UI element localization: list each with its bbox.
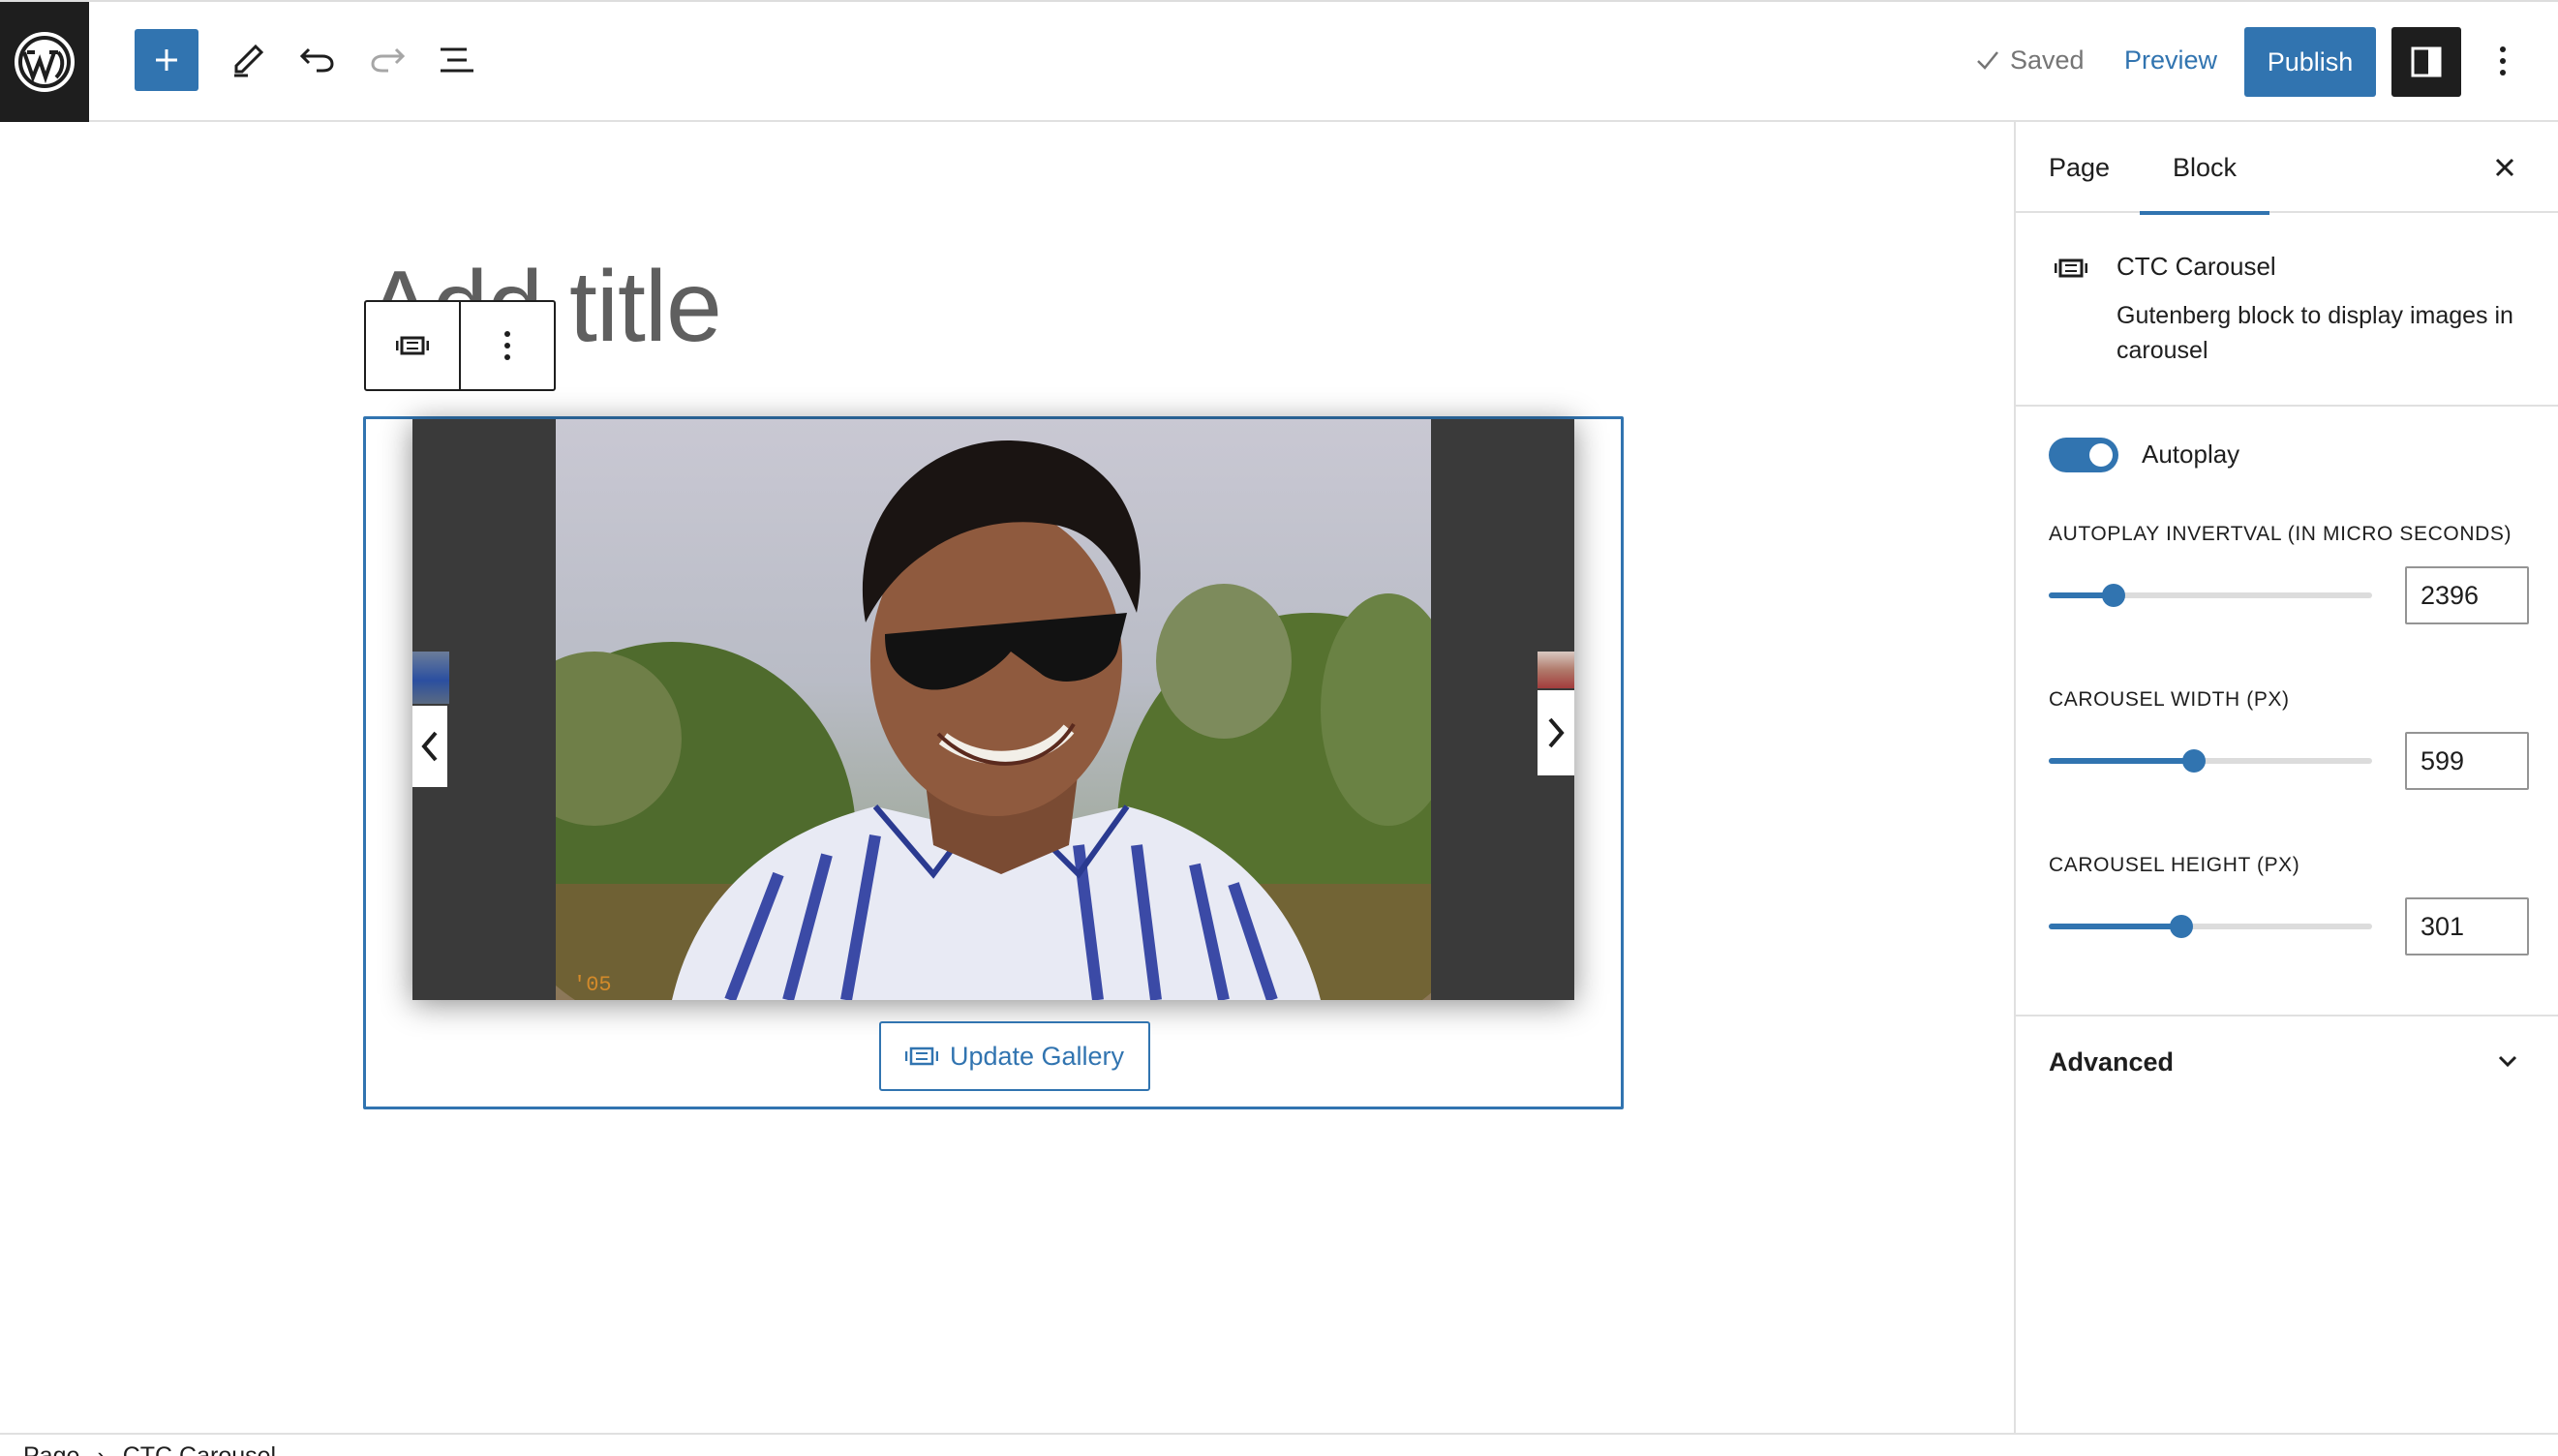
add-block-button[interactable] <box>135 29 198 91</box>
chevron-right-icon <box>1548 717 1565 748</box>
close-icon <box>2495 158 2514 177</box>
redo-icon <box>371 47 406 73</box>
block-type-button[interactable] <box>366 302 461 389</box>
plus-icon <box>156 49 177 71</box>
autoplay-label: Autoplay <box>2142 440 2240 469</box>
check-icon <box>1977 51 1998 70</box>
chevron-right-icon: › <box>97 1442 106 1456</box>
carousel-next-button[interactable] <box>1538 690 1574 775</box>
update-gallery-button[interactable]: Update Gallery <box>879 1021 1150 1091</box>
document-overview-button[interactable] <box>428 29 486 91</box>
settings-toggle-button[interactable] <box>2391 27 2461 97</box>
editor-canvas: Add title <box>0 122 2014 1433</box>
carousel-width-input[interactable]: 599 <box>2405 732 2529 790</box>
carousel-block-icon <box>904 1046 938 1066</box>
carousel-block-icon <box>396 336 429 355</box>
carousel-prev-button[interactable] <box>412 706 447 787</box>
carousel-width-slider[interactable] <box>2049 749 2372 773</box>
sidebar-icon <box>2411 46 2442 77</box>
autoplay-interval-input[interactable]: 2396 <box>2405 566 2529 624</box>
undo-button[interactable] <box>289 29 347 91</box>
breadcrumb: Page › CTC Carousel <box>23 1442 276 1456</box>
chevron-down-icon <box>2498 1055 2517 1068</box>
block-toolbar <box>364 300 556 391</box>
editor-header: Saved Preview Publish <box>0 0 2558 122</box>
slider-thumb[interactable] <box>2169 915 2193 938</box>
breadcrumb-item-page[interactable]: Page <box>23 1442 79 1456</box>
saved-status: Saved <box>1975 29 2085 91</box>
block-card-title: CTC Carousel <box>2116 252 2276 281</box>
block-card-description: Gutenberg block to display images in car… <box>2116 302 2513 364</box>
autoplay-interval-label: AUTOPLAY INVERTVAL (IN MICRO SECONDS) <box>2049 523 2512 545</box>
autoplay-interval-slider[interactable] <box>2049 584 2372 607</box>
toggle-knob <box>2089 443 2113 467</box>
slider-thumb[interactable] <box>2182 749 2207 773</box>
carousel-height-label: CAROUSEL HEIGHT (PX) <box>2049 854 2300 876</box>
advanced-panel-toggle[interactable]: Advanced <box>2016 1015 2558 1107</box>
slider-fill <box>2049 924 2181 929</box>
preview-button[interactable]: Preview <box>2111 27 2231 93</box>
advanced-label: Advanced <box>2049 1046 2175 1077</box>
carousel-height-input[interactable]: 301 <box>2405 897 2529 956</box>
tab-block[interactable]: Block <box>2140 122 2269 215</box>
chevron-left-icon <box>421 731 438 762</box>
redo-button[interactable] <box>358 29 416 91</box>
autoplay-toggle[interactable] <box>2049 438 2118 472</box>
publish-button[interactable]: Publish <box>2244 27 2376 97</box>
update-gallery-label: Update Gallery <box>949 1041 1125 1071</box>
carousel-block[interactable]: '05 Update Gallery <box>363 416 1624 1109</box>
block-options-button[interactable] <box>461 302 554 389</box>
settings-sidebar: Page Block CTC Carousel Gutenberg block … <box>2014 122 2558 1433</box>
slider-fill <box>2049 758 2195 764</box>
more-vertical-icon <box>2500 46 2506 76</box>
breadcrumb-item-block[interactable]: CTC Carousel <box>123 1442 276 1456</box>
block-breadcrumb-bar: Page › CTC Carousel <box>0 1433 2558 1456</box>
tab-page[interactable]: Page <box>2049 122 2110 213</box>
undo-icon <box>299 47 334 73</box>
prev-slide-thumbnail <box>412 652 449 704</box>
pencil-icon <box>234 44 264 77</box>
carousel-height-slider[interactable] <box>2049 915 2372 938</box>
wordpress-logo-icon[interactable] <box>0 2 89 122</box>
sidebar-tabs: Page Block <box>2016 122 2558 215</box>
more-vertical-icon <box>504 331 510 360</box>
carousel-viewport: '05 <box>412 419 1574 1000</box>
svg-text:'05: '05 <box>573 973 612 997</box>
edit-tools-button[interactable] <box>219 29 277 91</box>
slider-thumb[interactable] <box>2101 584 2125 607</box>
carousel-width-label: CAROUSEL WIDTH (PX) <box>2049 688 2290 711</box>
carousel-block-icon <box>2054 258 2088 284</box>
saved-label: Saved <box>2010 45 2085 75</box>
close-settings-button[interactable] <box>2484 147 2525 188</box>
block-card: CTC Carousel Gutenberg block to display … <box>2016 213 2558 407</box>
options-button[interactable] <box>2479 29 2527 93</box>
next-slide-thumbnail <box>1538 652 1574 688</box>
carousel-slide-image: '05 <box>556 419 1431 1000</box>
list-view-icon <box>441 47 473 73</box>
